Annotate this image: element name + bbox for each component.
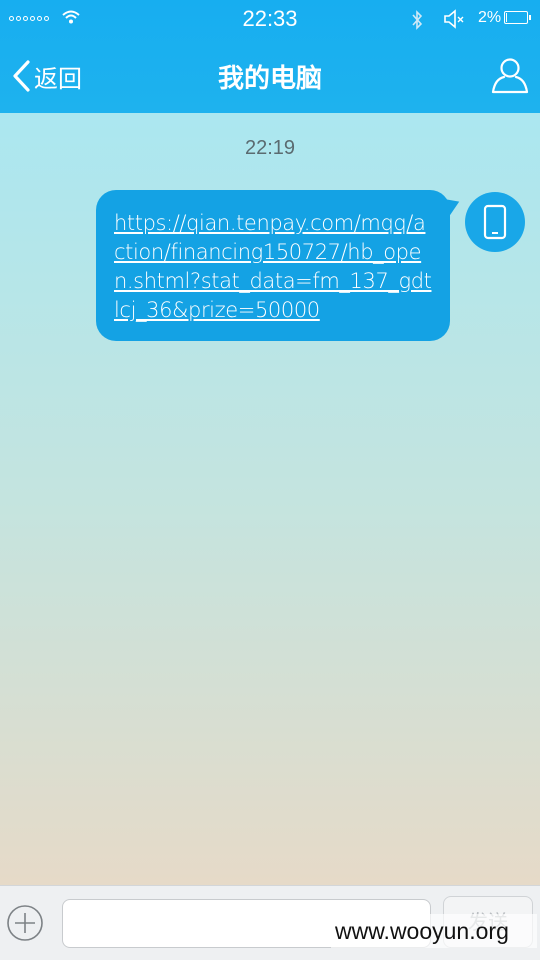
page-title: 我的电脑	[217, 64, 322, 94]
battery-percent: 2%	[478, 9, 502, 26]
chat-area[interactable]: 22:19 https://qian.tenpay.com/mqq/action…	[0, 113, 540, 885]
avatar[interactable]	[465, 192, 525, 252]
phone-icon	[483, 204, 507, 240]
watermark: www.wooyun.org	[331, 914, 537, 948]
navigation-bar: 返回 我的电脑	[0, 40, 540, 113]
profile-button[interactable]	[490, 55, 530, 99]
user-profile-icon	[491, 58, 529, 94]
battery-icon	[504, 11, 531, 24]
mute-icon	[444, 9, 464, 29]
more-button[interactable]	[6, 904, 44, 946]
bluetooth-icon	[412, 10, 423, 30]
app-header: 22:33 2% 返回 我的电脑	[0, 0, 540, 113]
message-timestamp: 22:19	[244, 137, 296, 159]
message-link[interactable]: https://qian.tenpay.com/mqq/action/finan…	[114, 209, 434, 325]
message-bubble[interactable]: https://qian.tenpay.com/mqq/action/finan…	[96, 190, 450, 341]
status-bar: 22:33 2%	[0, 0, 540, 40]
plus-circle-icon	[7, 905, 43, 941]
